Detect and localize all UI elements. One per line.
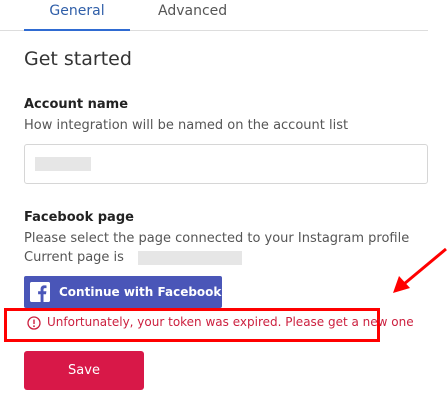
tab-bar: General Advanced (0, 0, 428, 31)
error-circle-icon (27, 316, 41, 330)
tab-advanced-label: Advanced (158, 3, 228, 19)
error-message: Unfortunately, your token was expired. P… (47, 315, 414, 329)
integration-settings-page: General Advanced Get started Account nam… (0, 0, 447, 403)
account-name-label: Account name (24, 97, 129, 112)
facebook-icon (30, 282, 50, 302)
save-button[interactable]: Save (24, 351, 144, 390)
tab-general[interactable]: General (24, 0, 130, 31)
arrow-icon (393, 247, 447, 293)
redacted-page-name (138, 251, 242, 265)
facebook-page-help: Please select the page connected to your… (24, 231, 410, 246)
continue-with-facebook-label: Continue with Facebook (59, 285, 222, 299)
page-title: Get started (24, 48, 132, 70)
active-tab-indicator (24, 29, 130, 31)
redacted-value (35, 157, 91, 171)
facebook-page-label: Facebook page (24, 210, 134, 225)
account-name-help: How integration will be named on the acc… (24, 118, 349, 133)
tab-general-label: General (49, 3, 105, 19)
account-name-field[interactable] (24, 144, 428, 184)
continue-with-facebook-button[interactable]: Continue with Facebook (24, 276, 222, 308)
tab-advanced[interactable]: Advanced (158, 0, 227, 30)
current-page-text: Current page is (24, 250, 124, 265)
